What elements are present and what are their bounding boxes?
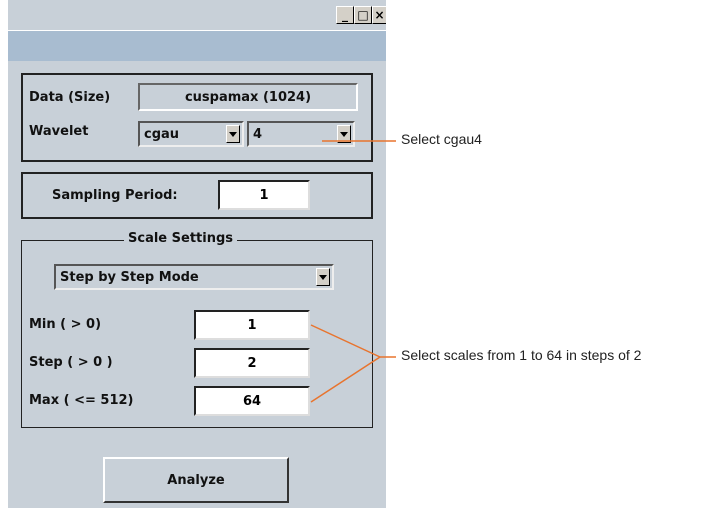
scales-annotation: Select scales from 1 to 64 in steps of 2 [401,347,642,363]
callout-lines [310,140,396,403]
max-callout-line [310,356,381,403]
min-callout-line [310,324,381,358]
wavelet-annotation: Select cgau4 [401,131,482,147]
